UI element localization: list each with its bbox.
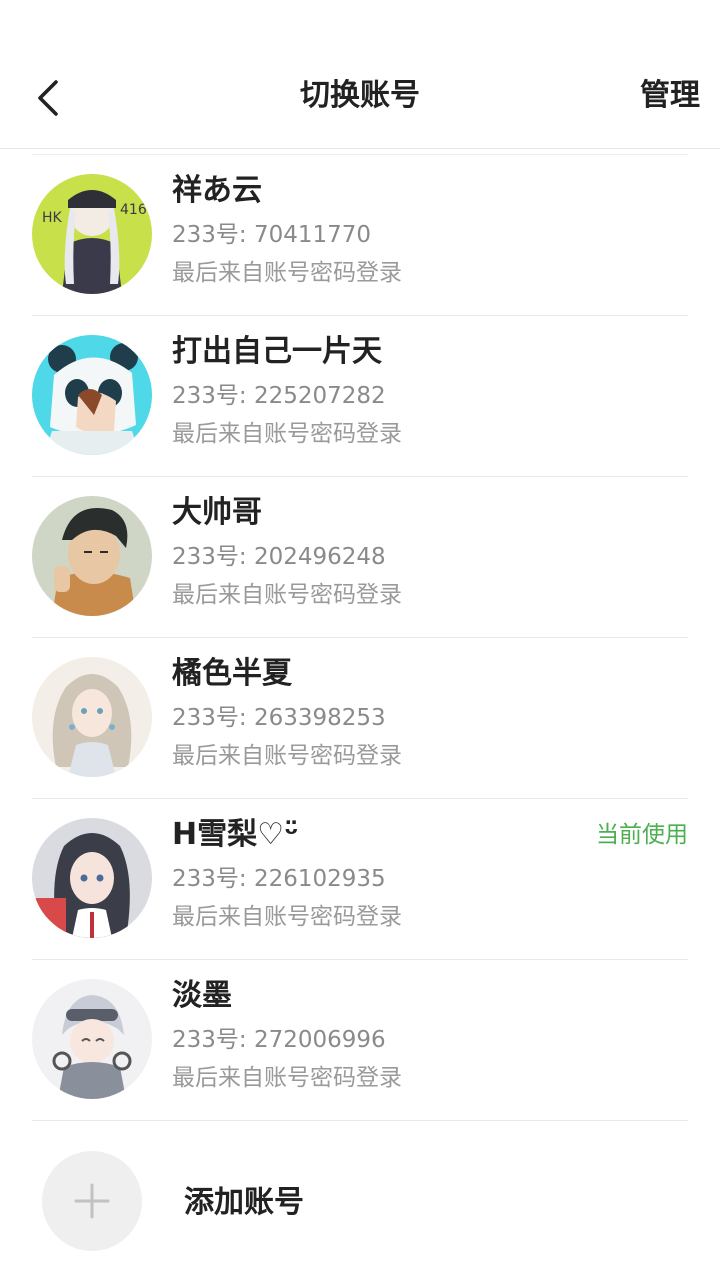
account-id: 233号: 202496248 [172, 541, 386, 573]
account-item[interactable]: HK 416 祥あ云 233号: 70411770 最后来自账号密码登录 [32, 155, 688, 316]
manage-button[interactable]: 管理 [640, 74, 700, 118]
account-id-label: 233号: [172, 222, 247, 248]
account-id: 233号: 70411770 [172, 219, 371, 251]
login-source: 最后来自账号密码登录 [172, 421, 402, 447]
account-list: HK 416 祥あ云 233号: 70411770 最后来自账号密码登录 打出自… [32, 154, 688, 1271]
account-id: 233号: 225207282 [172, 380, 386, 412]
account-id-label: 233号: [172, 544, 247, 570]
login-source: 最后来自账号密码登录 [172, 743, 402, 769]
svg-text:HK: HK [42, 210, 63, 226]
login-source: 最后来自账号密码登录 [172, 904, 402, 930]
add-account-label: 添加账号 [184, 1185, 304, 1220]
plus-icon [74, 1183, 110, 1219]
account-item[interactable]: 打出自己一片天 233号: 225207282 最后来自账号密码登录 [32, 316, 688, 477]
account-id-label: 233号: [172, 383, 247, 409]
current-account-badge: 当前使用 [596, 822, 688, 848]
account-id-value: 226102935 [253, 866, 386, 892]
login-source: 最后来自账号密码登录 [172, 260, 402, 286]
avatar: HK 416 [32, 174, 152, 294]
account-item[interactable]: 淡墨 233号: 272006996 最后来自账号密码登录 [32, 960, 688, 1121]
account-id-label: 233号: [172, 1027, 247, 1053]
add-account-circle[interactable] [42, 1151, 142, 1251]
svg-text:416: 416 [120, 202, 147, 218]
account-item[interactable]: H雪梨♡ᵕ̈ 当前使用 233号: 226102935 最后来自账号密码登录 [32, 799, 688, 960]
account-name: H雪梨♡ᵕ̈ [172, 817, 299, 852]
switch-account-screen: 切换账号 管理 HK 416 祥あ云 233号: 70411770 最后来自账号… [0, 0, 720, 1280]
account-name: 淡墨 [172, 978, 232, 1013]
account-id-value: 263398253 [253, 705, 386, 731]
account-id-value: 202496248 [253, 544, 386, 570]
avatar [32, 335, 152, 455]
header: 切换账号 管理 [0, 0, 720, 149]
account-id-label: 233号: [172, 705, 247, 731]
account-name: 橘色半夏 [172, 656, 292, 691]
page-title: 切换账号 [300, 78, 420, 113]
account-id-label: 233号: [172, 866, 247, 892]
login-source: 最后来自账号密码登录 [172, 1065, 402, 1091]
account-item[interactable]: 橘色半夏 233号: 263398253 最后来自账号密码登录 [32, 638, 688, 799]
avatar [32, 979, 152, 1099]
account-id-value: 70411770 [253, 222, 372, 248]
account-id-value: 272006996 [253, 1027, 386, 1053]
account-name: 祥あ云 [172, 173, 262, 208]
account-id-value: 225207282 [253, 383, 386, 409]
account-id: 233号: 263398253 [172, 702, 386, 734]
account-name: 大帅哥 [172, 495, 262, 530]
account-id: 233号: 272006996 [172, 1024, 386, 1056]
avatar [32, 657, 152, 777]
avatar [32, 818, 152, 938]
add-account-button[interactable]: 添加账号 [32, 1121, 688, 1271]
account-id: 233号: 226102935 [172, 863, 386, 895]
login-source: 最后来自账号密码登录 [172, 582, 402, 608]
account-item[interactable]: 大帅哥 233号: 202496248 最后来自账号密码登录 [32, 477, 688, 638]
avatar [32, 496, 152, 616]
account-name: 打出自己一片天 [172, 334, 382, 369]
